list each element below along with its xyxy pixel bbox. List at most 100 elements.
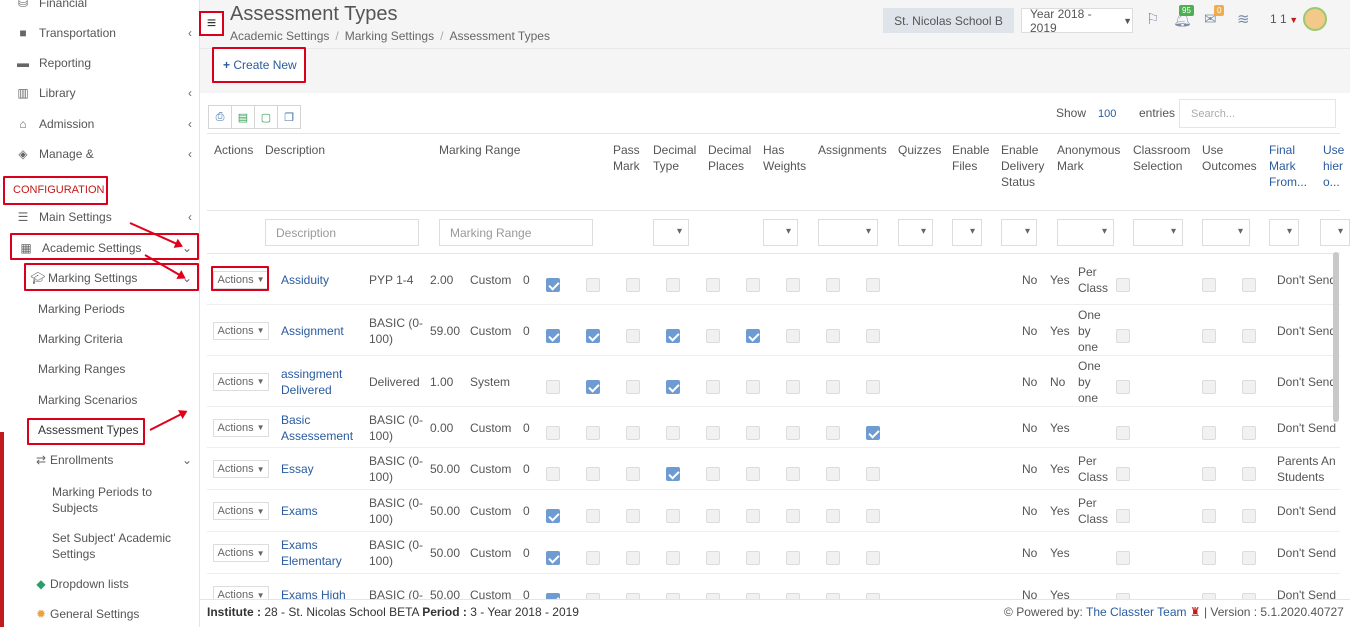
checkbox[interactable] — [626, 277, 640, 292]
team-link[interactable]: The Classter Team — [1086, 605, 1186, 619]
checkbox[interactable] — [826, 551, 840, 565]
checkbox[interactable] — [626, 551, 640, 565]
checkbox[interactable] — [626, 328, 640, 343]
checkbox[interactable] — [826, 328, 840, 343]
checkbox[interactable] — [586, 467, 600, 481]
checkbox[interactable] — [546, 379, 560, 394]
sidebar-item-general-settings[interactable]: ✹ General Settings — [0, 599, 199, 627]
checkbox[interactable] — [706, 551, 720, 565]
checkbox[interactable] — [1242, 467, 1256, 481]
sidebar-subitem-marking-periods[interactable]: Marking Periods — [38, 302, 125, 316]
checkbox[interactable] — [626, 425, 640, 440]
checkbox[interactable] — [826, 509, 840, 523]
sidebar-item-transportation[interactable]: ■ Transportation ‹ — [0, 18, 199, 48]
column-header-assignments[interactable]: Assignments — [818, 142, 887, 158]
description-link[interactable]: Assiduity — [281, 272, 329, 288]
checkbox[interactable] — [826, 277, 840, 292]
checkbox[interactable] — [866, 509, 880, 523]
checkbox[interactable] — [546, 551, 560, 565]
has-weights-filter[interactable] — [763, 219, 798, 246]
checkbox[interactable] — [586, 551, 600, 565]
checkbox[interactable] — [546, 328, 560, 343]
user-menu[interactable]: 1 1 ▼ — [1270, 12, 1298, 26]
checkbox[interactable] — [626, 379, 640, 394]
checkbox[interactable] — [666, 509, 680, 523]
checkbox[interactable] — [1116, 425, 1130, 440]
column-header-pass-mark[interactable]: Pass Mark — [613, 142, 640, 174]
checkbox[interactable] — [866, 379, 880, 394]
column-header-decimal-places[interactable]: Decimal Places — [708, 142, 751, 174]
checkbox[interactable] — [866, 467, 880, 481]
anonymous-mark-filter[interactable] — [1057, 219, 1114, 246]
column-header-decimal-type[interactable]: Decimal Type — [653, 142, 696, 174]
description-link[interactable]: Assignment — [281, 323, 344, 339]
row-actions-button[interactable]: Actions ▼ — [213, 460, 269, 478]
final-mark-filter[interactable] — [1269, 219, 1299, 246]
checkbox[interactable] — [786, 328, 800, 343]
sidebar-subitem-marking-scenarios[interactable]: Marking Scenarios — [38, 393, 137, 407]
checkbox[interactable] — [866, 425, 880, 440]
assignments-filter[interactable] — [818, 219, 878, 246]
use-hierarchy-filter[interactable] — [1320, 219, 1350, 246]
checkbox[interactable] — [786, 551, 800, 565]
checkbox[interactable] — [666, 328, 680, 343]
sidebar-item-enrollments[interactable]: ⇄ Enrollments ⌄ — [0, 445, 199, 475]
checkbox[interactable] — [666, 379, 680, 394]
checkbox[interactable] — [1202, 328, 1216, 343]
column-header-use-hierarchy[interactable]: Use hier o... — [1323, 142, 1344, 190]
checkbox[interactable] — [746, 509, 760, 523]
row-actions-button[interactable]: Actions ▼ — [213, 544, 269, 562]
checkbox[interactable] — [746, 379, 760, 394]
checkbox[interactable] — [706, 277, 720, 292]
checkbox[interactable] — [746, 328, 760, 343]
row-actions-button[interactable]: Actions ▼ — [213, 321, 269, 340]
checkbox[interactable] — [706, 467, 720, 481]
checkbox[interactable] — [666, 277, 680, 292]
print-icon[interactable]: ⎙ — [208, 105, 232, 129]
csv-icon[interactable]: ▢ — [254, 105, 278, 129]
quizzes-filter[interactable] — [898, 219, 933, 246]
sidebar-subitem-set-subject-settings[interactable]: Set Subject' Academic Settings — [52, 530, 171, 562]
column-header-enable-delivery-status[interactable]: Enable Delivery Status — [1001, 142, 1044, 190]
description-filter-input[interactable]: Description — [265, 219, 419, 246]
create-new-button[interactable]: + Create New — [223, 58, 297, 72]
column-header-actions[interactable]: Actions — [214, 142, 253, 158]
pass-mark-filter[interactable] — [653, 219, 689, 246]
checkbox[interactable] — [586, 425, 600, 440]
checkbox[interactable] — [1242, 425, 1256, 440]
sidebar-subitem-marking-periods-to-subjects[interactable]: Marking Periods to Subjects — [52, 484, 152, 516]
copy-icon[interactable]: ❐ — [277, 105, 301, 129]
sidebar-subitem-marking-ranges[interactable]: Marking Ranges — [38, 362, 125, 376]
checkbox[interactable] — [706, 425, 720, 440]
checkbox[interactable] — [786, 425, 800, 440]
checkbox[interactable] — [1202, 509, 1216, 523]
sidebar-item-library[interactable]: ▥ Library ‹ — [0, 78, 199, 108]
breadcrumb-item[interactable]: Marking Settings — [345, 29, 434, 43]
checkbox[interactable] — [866, 328, 880, 343]
column-header-anonymous-mark[interactable]: Anonymous Mark — [1057, 142, 1120, 174]
checkbox[interactable] — [1116, 277, 1130, 292]
column-header-has-weights[interactable]: Has Weights — [763, 142, 806, 174]
checkbox[interactable] — [746, 277, 760, 292]
sidebar-item-dropdown-lists[interactable]: ◆ Dropdown lists — [0, 569, 199, 599]
checkbox[interactable] — [746, 425, 760, 440]
column-header-use-outcomes[interactable]: Use Outcomes — [1202, 142, 1257, 174]
checkbox[interactable] — [746, 551, 760, 565]
sidebar-item-reporting[interactable]: ▬ Reporting — [0, 48, 199, 78]
checkbox[interactable] — [666, 467, 680, 481]
description-link[interactable]: Basic Assessement — [281, 412, 353, 444]
checkbox[interactable] — [666, 551, 680, 565]
column-header-final-mark-from[interactable]: Final Mark From... — [1269, 142, 1307, 190]
avatar[interactable] — [1303, 7, 1327, 31]
sidebar-item-financial[interactable]: ⛁ Financial — [0, 0, 199, 18]
column-header-quizzes[interactable]: Quizzes — [898, 142, 941, 158]
checkbox[interactable] — [786, 509, 800, 523]
checkbox[interactable] — [546, 467, 560, 481]
checkbox[interactable] — [546, 425, 560, 440]
checkbox[interactable] — [1116, 551, 1130, 565]
description-link[interactable]: assingment Delivered — [281, 366, 342, 398]
checkbox[interactable] — [546, 509, 560, 523]
vertical-scrollbar[interactable] — [1333, 252, 1339, 422]
checkbox[interactable] — [1116, 379, 1130, 394]
search-input[interactable]: Search... — [1179, 99, 1336, 128]
